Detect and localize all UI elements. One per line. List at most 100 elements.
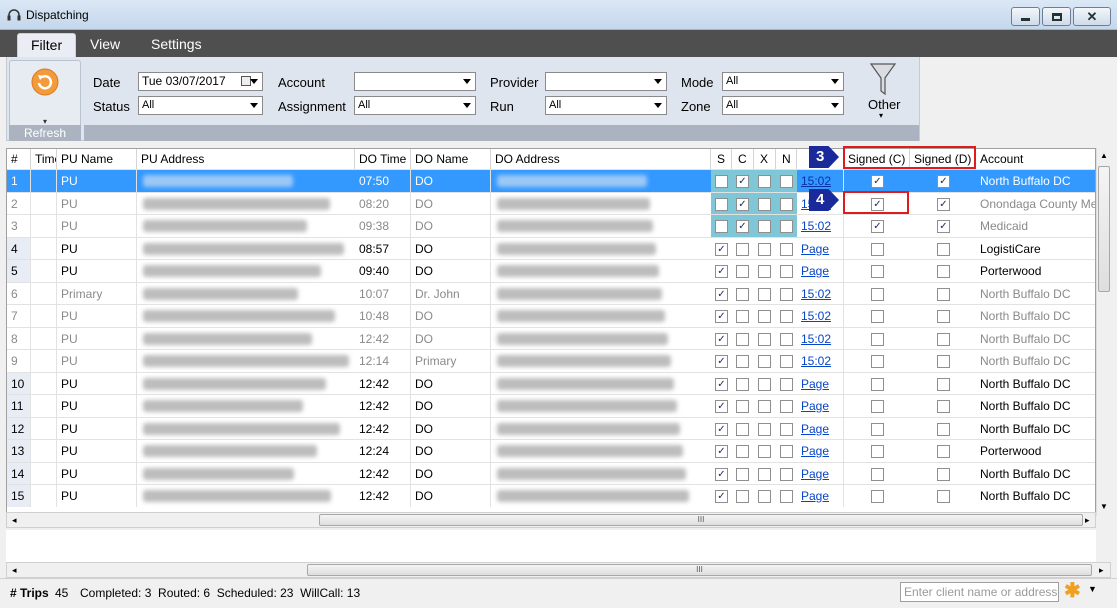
checkbox-c[interactable]: ✓ bbox=[736, 197, 749, 211]
checkbox-x[interactable] bbox=[758, 467, 771, 481]
assignment-select[interactable]: All bbox=[354, 96, 476, 115]
signed-c-checkbox[interactable] bbox=[871, 400, 884, 413]
mode-select[interactable]: All bbox=[722, 72, 844, 91]
checkbox-c[interactable] bbox=[736, 332, 749, 346]
column-header-do-name[interactable]: DO Name bbox=[411, 149, 491, 169]
checkbox-s[interactable]: ✓ bbox=[715, 467, 728, 481]
checkbox-s[interactable]: ✓ bbox=[715, 265, 728, 278]
trip-link[interactable]: Page bbox=[797, 395, 844, 417]
checkbox-s[interactable]: ✓ bbox=[715, 242, 728, 256]
close-button[interactable]: ✕ bbox=[1073, 7, 1111, 26]
column-header-pu-address[interactable]: PU Address bbox=[137, 149, 355, 169]
checkbox-s[interactable] bbox=[715, 220, 728, 233]
maximize-button[interactable] bbox=[1042, 7, 1071, 26]
column-header-account[interactable]: Account bbox=[976, 149, 1095, 169]
signed-d-checkbox[interactable] bbox=[937, 332, 950, 346]
signed-d-checkbox[interactable]: ✓ bbox=[937, 175, 950, 188]
signed-c-checkbox[interactable] bbox=[871, 445, 884, 458]
table-row[interactable]: 14 PU 12:42 DO ✓ Page North Buffalo DC bbox=[7, 461, 1095, 485]
checkbox-s[interactable] bbox=[715, 175, 728, 188]
signed-c-checkbox[interactable]: ✓ bbox=[871, 220, 884, 233]
trip-link[interactable]: 15:02 bbox=[797, 350, 844, 372]
tab-view[interactable]: View bbox=[77, 33, 133, 57]
checkbox-n[interactable] bbox=[780, 197, 793, 211]
signed-d-checkbox[interactable]: ✓ bbox=[937, 197, 950, 211]
account-select[interactable] bbox=[354, 72, 476, 91]
trip-link-text[interactable]: Page bbox=[801, 399, 829, 413]
table-row[interactable]: 5 PU 09:40 DO ✓ Page Porterwood bbox=[7, 259, 1095, 282]
checkbox-x[interactable] bbox=[758, 220, 771, 233]
trip-link[interactable]: 15:02 bbox=[797, 327, 844, 350]
tab-filter[interactable]: Filter bbox=[17, 33, 77, 57]
trip-link-text[interactable]: Page bbox=[801, 242, 829, 256]
trip-link-text[interactable]: Page bbox=[801, 489, 829, 503]
table-row[interactable]: 4 PU 08:57 DO ✓ Page LogistiCare bbox=[7, 236, 1095, 260]
table-row[interactable]: 9 PU 12:14 Primary ✓ 15:02 North Buffalo DC bbox=[7, 349, 1095, 372]
checkbox-x[interactable] bbox=[758, 332, 771, 346]
date-picker[interactable]: Tue 03/07/2017 bbox=[138, 72, 263, 91]
checkbox-s[interactable]: ✓ bbox=[715, 445, 728, 458]
column-header-s[interactable]: S bbox=[711, 149, 732, 169]
checkbox-c[interactable] bbox=[736, 422, 749, 436]
checkbox-n[interactable] bbox=[780, 400, 793, 413]
signed-d-checkbox[interactable] bbox=[937, 265, 950, 278]
checkbox-c[interactable] bbox=[736, 242, 749, 256]
checkbox-s[interactable]: ✓ bbox=[715, 332, 728, 346]
column-header-n[interactable]: N bbox=[776, 149, 797, 169]
checkbox-n[interactable] bbox=[780, 467, 793, 481]
signed-c-checkbox[interactable] bbox=[871, 287, 884, 301]
column-header-c[interactable]: C bbox=[732, 149, 754, 169]
checkbox-n[interactable] bbox=[780, 242, 793, 256]
grid-horizontal-thumb[interactable]: III bbox=[319, 514, 1083, 526]
checkbox-s[interactable]: ✓ bbox=[715, 287, 728, 301]
checkbox-c[interactable] bbox=[736, 310, 749, 323]
checkbox-s[interactable] bbox=[715, 197, 728, 211]
checkbox-x[interactable] bbox=[758, 287, 771, 301]
table-row[interactable]: 7 PU 10:48 DO ✓ 15:02 North Buffalo DC bbox=[7, 304, 1095, 327]
checkbox-n[interactable] bbox=[780, 287, 793, 301]
checkbox-x[interactable] bbox=[758, 377, 771, 391]
provider-select[interactable] bbox=[545, 72, 667, 91]
tab-settings[interactable]: Settings bbox=[138, 33, 215, 57]
signed-d-checkbox[interactable] bbox=[937, 400, 950, 413]
client-search-input[interactable]: Enter client name or address bbox=[900, 582, 1059, 602]
checkbox-n[interactable] bbox=[780, 445, 793, 458]
checkbox-x[interactable] bbox=[758, 265, 771, 278]
signed-c-checkbox[interactable] bbox=[871, 422, 884, 436]
checkbox-c[interactable] bbox=[736, 355, 749, 368]
checkbox-s[interactable]: ✓ bbox=[715, 422, 728, 436]
trip-link[interactable]: 15:02 bbox=[797, 305, 844, 327]
column-header-x[interactable]: X bbox=[754, 149, 776, 169]
checkbox-n[interactable] bbox=[780, 175, 793, 188]
checkbox-s[interactable]: ✓ bbox=[715, 377, 728, 391]
minimize-button[interactable] bbox=[1011, 7, 1040, 26]
trip-link-text[interactable]: 15:02 bbox=[801, 332, 831, 346]
checkbox-c[interactable]: ✓ bbox=[736, 175, 749, 188]
trip-link[interactable]: Page bbox=[797, 440, 844, 462]
signed-c-checkbox[interactable] bbox=[871, 310, 884, 323]
table-row[interactable]: 8 PU 12:42 DO ✓ 15:02 North Buffalo DC bbox=[7, 326, 1095, 350]
search-options-button[interactable]: ✱ bbox=[1064, 580, 1086, 602]
signed-d-checkbox[interactable] bbox=[937, 242, 950, 256]
trip-link-text[interactable]: Page bbox=[801, 264, 829, 278]
checkbox-n[interactable] bbox=[780, 422, 793, 436]
chevron-down-icon[interactable]: ▼ bbox=[1088, 584, 1097, 594]
signed-d-checkbox[interactable] bbox=[937, 287, 950, 301]
table-row[interactable]: 10 PU 12:42 DO ✓ Page North Buffalo DC bbox=[7, 371, 1095, 395]
trip-link-text[interactable]: 15:02 bbox=[801, 219, 831, 233]
checkbox-x[interactable] bbox=[758, 197, 771, 211]
checkbox-n[interactable] bbox=[780, 490, 793, 503]
table-row[interactable]: 13 PU 12:24 DO ✓ Page Porterwood bbox=[7, 439, 1095, 462]
checkbox-c[interactable] bbox=[736, 377, 749, 391]
column-header-[interactable]: # bbox=[7, 149, 31, 169]
trip-link-text[interactable]: Page bbox=[801, 444, 829, 458]
checkbox-c[interactable] bbox=[736, 490, 749, 503]
vertical-scroll-thumb[interactable] bbox=[1098, 166, 1110, 292]
checkbox-c[interactable] bbox=[736, 265, 749, 278]
trip-link[interactable]: 15:02 bbox=[797, 170, 844, 192]
trip-link[interactable]: Page bbox=[797, 462, 844, 485]
checkbox-s[interactable]: ✓ bbox=[715, 355, 728, 368]
signed-c-checkbox[interactable] bbox=[871, 242, 884, 256]
column-header-do-address[interactable]: DO Address bbox=[491, 149, 711, 169]
checkbox-c[interactable] bbox=[736, 445, 749, 458]
